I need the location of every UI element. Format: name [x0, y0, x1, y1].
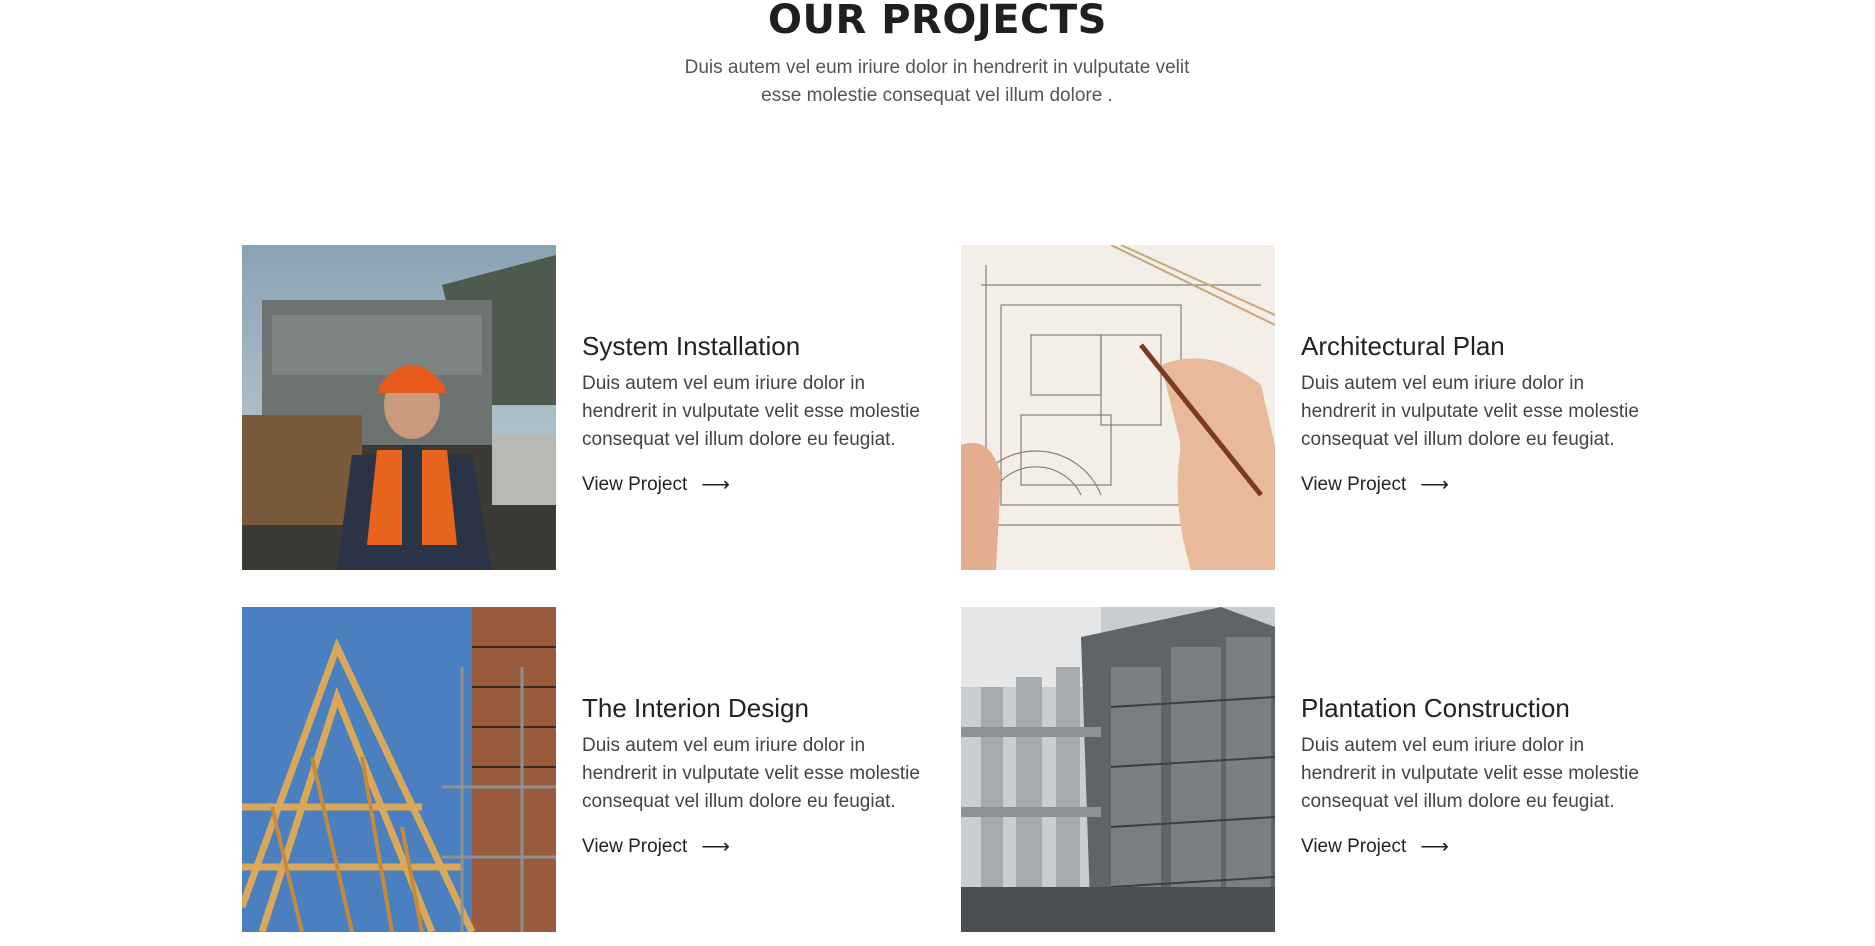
project-card-interion-design: The Interion Design Duis autem vel eum i…: [242, 607, 957, 932]
project-description: Duis autem vel eum iriure dolor in hendr…: [1301, 373, 1639, 450]
project-description: Duis autem vel eum iriure dolor in hendr…: [1301, 735, 1639, 812]
project-card-plantation-construction: Plantation Construction Duis autem vel e…: [961, 607, 1676, 932]
arrow-right-icon: ⟶: [701, 836, 730, 858]
view-project-link[interactable]: View Project ⟶: [582, 836, 730, 858]
view-project-label: View Project: [582, 836, 688, 857]
project-image-industrial-plant[interactable]: [961, 607, 1275, 932]
project-description: Duis autem vel eum iriure dolor in hendr…: [582, 735, 920, 812]
project-title: Plantation Construction: [1301, 693, 1570, 723]
project-title: The Interion Design: [582, 693, 809, 723]
view-project-label: View Project: [1301, 836, 1407, 857]
project-image-construction-worker[interactable]: [242, 245, 556, 570]
project-title: Architectural Plan: [1301, 331, 1505, 361]
arrow-right-icon: ⟶: [1420, 474, 1449, 496]
project-card-system-installation: System Installation Duis autem vel eum i…: [242, 245, 957, 570]
arrow-right-icon: ⟶: [701, 474, 730, 496]
project-card-architectural-plan: Architectural Plan Duis autem vel eum ir…: [961, 245, 1676, 570]
section-title: OUR PROJECTS: [768, 0, 1107, 43]
view-project-link[interactable]: View Project ⟶: [582, 474, 730, 496]
project-image-blueprint[interactable]: [961, 245, 1275, 570]
view-project-link[interactable]: View Project ⟶: [1301, 474, 1449, 496]
view-project-label: View Project: [1301, 474, 1407, 495]
view-project-label: View Project: [582, 474, 688, 495]
project-image-roof-truss[interactable]: [242, 607, 556, 932]
section-subtitle: Duis autem vel eum iriure dolor in hendr…: [684, 57, 1190, 106]
project-description: Duis autem vel eum iriure dolor in hendr…: [582, 373, 920, 450]
arrow-right-icon: ⟶: [1420, 836, 1449, 858]
project-title: System Installation: [582, 331, 801, 361]
view-project-link[interactable]: View Project ⟶: [1301, 836, 1449, 858]
